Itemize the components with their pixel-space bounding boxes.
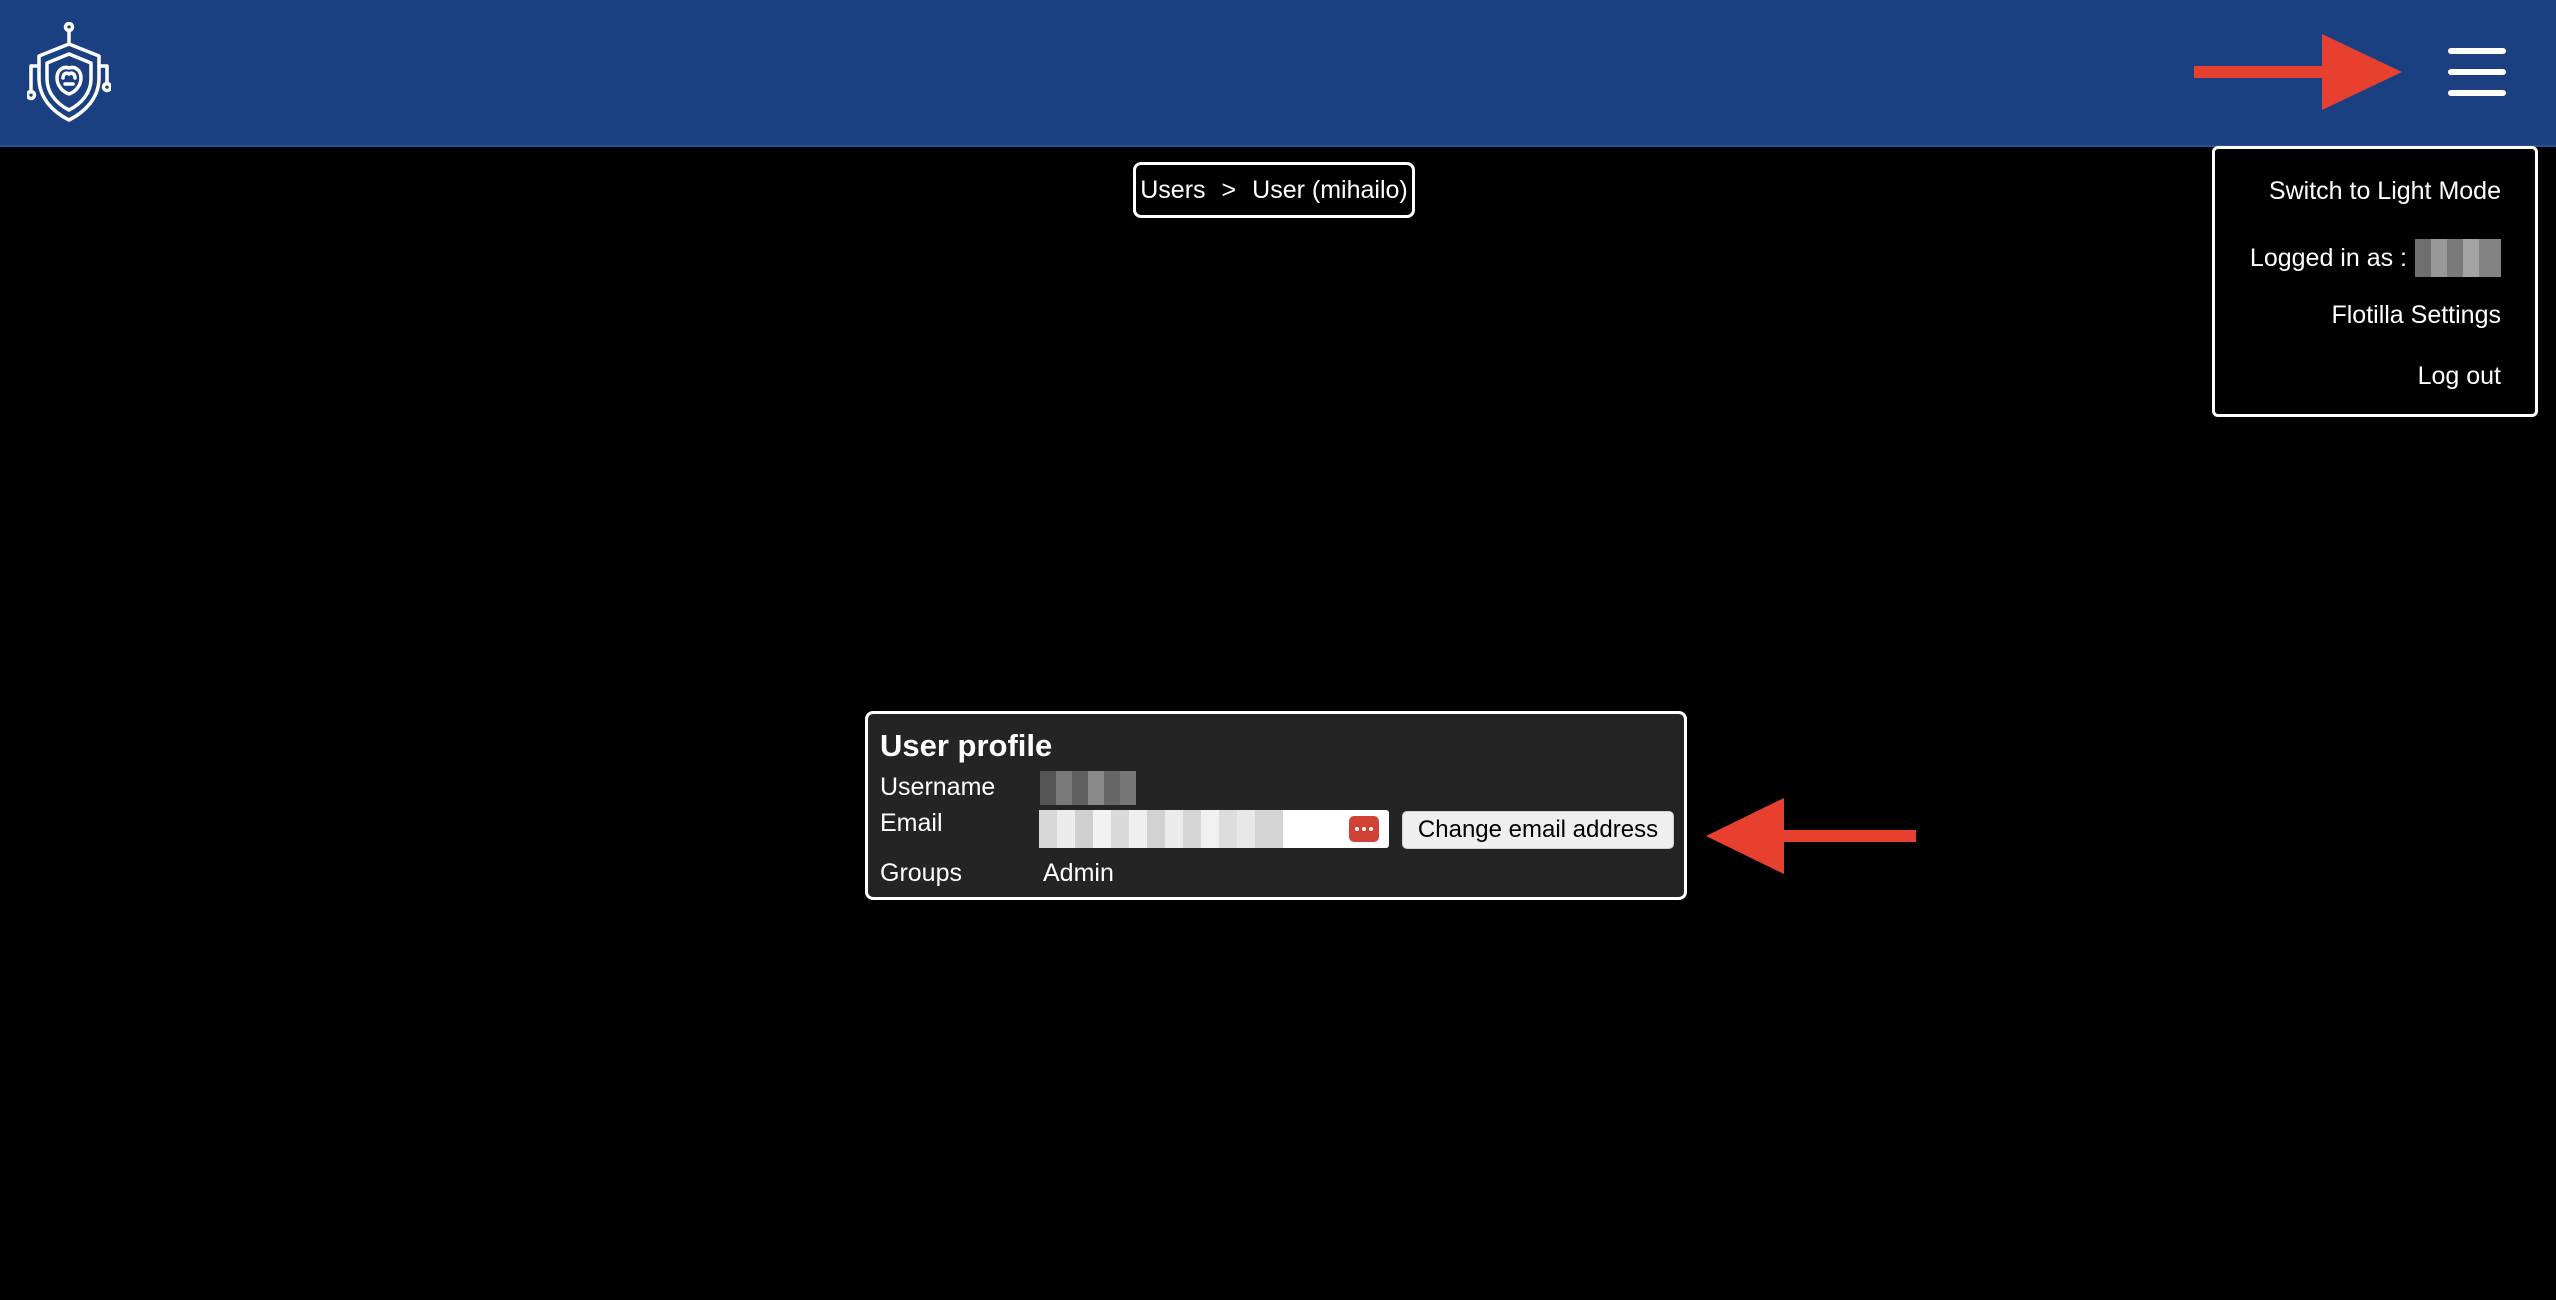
breadcrumb: Users > User (mihailo): [1133, 162, 1415, 218]
menu-item-logged-in-as: Logged in as :: [2250, 239, 2501, 277]
email-label: Email: [880, 809, 943, 837]
redacted-email-value: [1039, 810, 1283, 848]
user-profile-card: User profile Username Email Change email…: [865, 711, 1687, 900]
groups-value: Admin: [1043, 859, 1114, 887]
username-label: Username: [880, 773, 996, 801]
annotation-arrow-right-icon: [2194, 34, 2402, 110]
hamburger-line: [2448, 69, 2506, 75]
hamburger-menu-icon[interactable]: [2448, 48, 2506, 96]
logged-in-as-label: Logged in as :: [2249, 243, 2407, 272]
breadcrumb-separator: >: [1221, 175, 1237, 204]
password-manager-icon[interactable]: [1349, 816, 1379, 842]
breadcrumb-item-users[interactable]: Users: [1140, 176, 1205, 205]
user-profile-title: User profile: [880, 728, 1053, 763]
redacted-username-value: [1040, 771, 1136, 805]
hamburger-line: [2448, 90, 2506, 96]
shield-circuit-logo-icon[interactable]: [27, 22, 111, 124]
menu-item-switch-theme[interactable]: Switch to Light Mode: [2269, 177, 2501, 206]
redacted-username: [2415, 239, 2501, 277]
groups-label: Groups: [880, 859, 962, 887]
change-email-button[interactable]: Change email address: [1402, 811, 1674, 849]
email-input[interactable]: [1039, 810, 1389, 848]
breadcrumb-item-current-user[interactable]: User (mihailo): [1252, 176, 1408, 205]
annotation-arrow-left-icon: [1706, 798, 1916, 874]
top-header-bar: [0, 0, 2556, 147]
page: Users > User (mihailo) Switch to Light M…: [0, 0, 2556, 1300]
menu-item-flotilla-settings[interactable]: Flotilla Settings: [2331, 301, 2501, 330]
menu-item-log-out[interactable]: Log out: [2418, 362, 2501, 391]
hamburger-line: [2448, 48, 2506, 54]
user-dropdown-menu: Switch to Light Mode Logged in as : Flot…: [2212, 146, 2538, 417]
